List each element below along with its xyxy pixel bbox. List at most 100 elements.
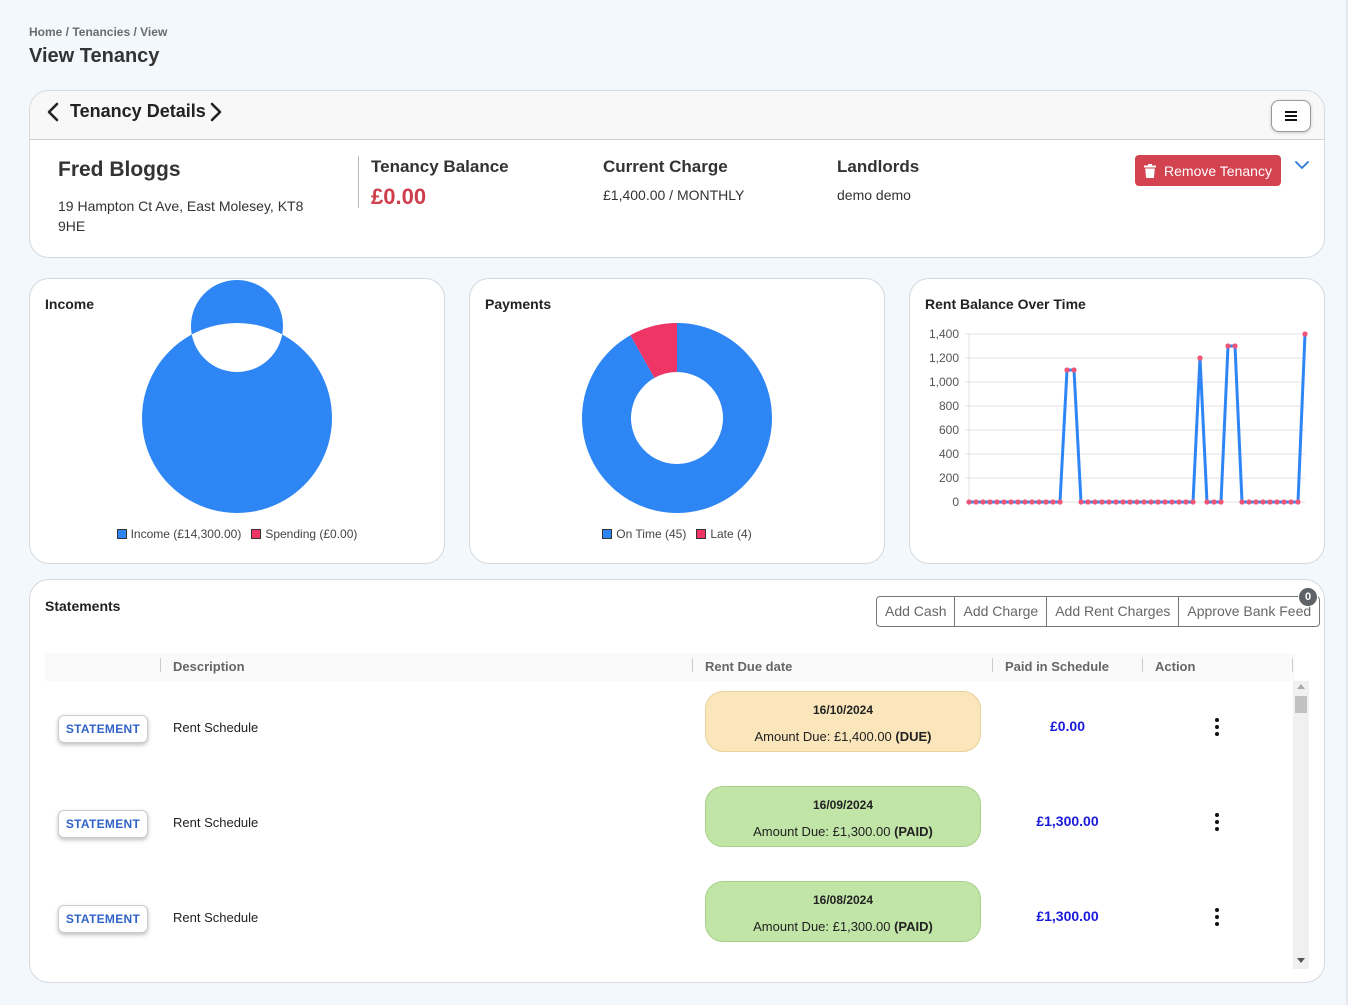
kebab-dot xyxy=(1215,813,1219,817)
data-point[interactable] xyxy=(1274,499,1280,505)
data-point[interactable] xyxy=(1176,499,1182,505)
remove-tenancy-button[interactable]: Remove Tenancy xyxy=(1135,155,1281,186)
legend-item-late[interactable]: Late (4) xyxy=(696,527,752,541)
column-action: Action xyxy=(1155,659,1196,674)
pie-slice-income[interactable] xyxy=(141,280,332,513)
data-point[interactable] xyxy=(1064,367,1070,373)
next-tenancy-button[interactable] xyxy=(207,101,225,123)
statement-button[interactable]: STATEMENT xyxy=(58,810,148,838)
data-point[interactable] xyxy=(1120,499,1126,505)
data-point[interactable] xyxy=(1239,499,1245,505)
data-point[interactable] xyxy=(1099,499,1105,505)
data-point[interactable] xyxy=(1022,499,1028,505)
add-cash-button[interactable]: Add Cash xyxy=(877,597,956,626)
data-point[interactable] xyxy=(1057,499,1063,505)
data-point[interactable] xyxy=(966,499,972,505)
data-point[interactable] xyxy=(1029,499,1035,505)
column-separator xyxy=(1292,658,1293,672)
add-charge-button[interactable]: Add Charge xyxy=(955,597,1048,626)
kebab-dot xyxy=(1215,718,1219,722)
column-description[interactable]: Description xyxy=(173,659,245,674)
legend-swatch xyxy=(116,529,127,539)
data-point[interactable] xyxy=(1281,499,1287,505)
statement-button[interactable]: STATEMENT xyxy=(58,905,148,933)
data-point[interactable] xyxy=(1155,499,1161,505)
rent-balance-line-chart: 0 200 400 600 800 1,000 1,200 1,400 xyxy=(929,327,1308,509)
current-charge-label: Current Charge xyxy=(603,157,728,176)
data-point[interactable] xyxy=(1043,499,1049,505)
data-point[interactable] xyxy=(994,499,1000,505)
data-point[interactable] xyxy=(1190,499,1196,505)
data-point[interactable] xyxy=(1050,499,1056,505)
data-point[interactable] xyxy=(1302,331,1308,337)
data-point[interactable] xyxy=(1134,499,1140,505)
amount-due-text: Amount Due: £1,300.00 xyxy=(753,824,895,839)
statement-button[interactable]: STATEMENT xyxy=(58,715,148,743)
data-point[interactable] xyxy=(1267,499,1273,505)
data-point[interactable] xyxy=(1246,499,1252,505)
row-description: Rent Schedule xyxy=(173,815,259,830)
data-point[interactable] xyxy=(1162,499,1168,505)
expand-details-button[interactable] xyxy=(1294,158,1310,170)
income-donut-chart xyxy=(141,280,332,513)
data-point[interactable] xyxy=(980,499,986,505)
divider xyxy=(358,156,359,208)
legend-item-on-time[interactable]: On Time (45) xyxy=(602,527,686,541)
scroll-thumb[interactable] xyxy=(1295,696,1307,713)
data-point[interactable] xyxy=(1211,499,1217,505)
rent-due-date: 16/10/2024 xyxy=(812,703,874,717)
add-rent-charges-button[interactable]: Add Rent Charges xyxy=(1047,597,1180,626)
y-tick-label: 600 xyxy=(939,423,959,437)
payments-legend: On Time (45) Late (4) xyxy=(470,527,884,541)
data-point[interactable] xyxy=(1015,499,1021,505)
y-tick-label: 1,200 xyxy=(929,351,959,365)
income-legend: Income (£14,300.00) Spending (£0.00) xyxy=(30,527,444,541)
legend-item-spending[interactable]: Spending (£0.00) xyxy=(251,527,357,541)
data-point[interactable] xyxy=(1001,499,1007,505)
legend-item-income[interactable]: Income (£14,300.00) xyxy=(116,527,241,541)
data-point[interactable] xyxy=(1225,343,1231,349)
column-rent-due-date[interactable]: Rent Due date xyxy=(705,659,792,674)
data-point[interactable] xyxy=(1008,499,1014,505)
table-scrollbar[interactable] xyxy=(1293,681,1309,969)
scroll-down-arrow-icon[interactable] xyxy=(1297,958,1305,963)
scroll-up-arrow-icon[interactable] xyxy=(1297,684,1305,689)
data-point[interactable] xyxy=(1113,499,1119,505)
data-point[interactable] xyxy=(1092,499,1098,505)
data-point[interactable] xyxy=(1078,499,1084,505)
data-point[interactable] xyxy=(1288,499,1294,505)
data-point[interactable] xyxy=(1197,355,1203,361)
row-actions-button[interactable] xyxy=(1209,810,1225,834)
data-point[interactable] xyxy=(1253,499,1259,505)
legend-swatch xyxy=(251,529,262,539)
data-point[interactable] xyxy=(1183,499,1189,505)
data-point[interactable] xyxy=(1295,499,1301,505)
data-point[interactable] xyxy=(1218,499,1224,505)
paid-in-schedule: £1,300.00 xyxy=(1036,908,1099,924)
current-charge-value: £1,400.00 / MONTHLY xyxy=(603,187,745,203)
column-paid-in-schedule[interactable]: Paid in Schedule xyxy=(1005,659,1109,674)
menu-button[interactable] xyxy=(1271,100,1311,132)
landlords-label: Landlords xyxy=(837,157,920,176)
remove-tenancy-label: Remove Tenancy xyxy=(1164,162,1272,179)
data-point[interactable] xyxy=(1127,499,1133,505)
row-actions-button[interactable] xyxy=(1209,715,1225,739)
data-point[interactable] xyxy=(1085,499,1091,505)
amount-due-text: Amount Due: £1,300.00 xyxy=(753,919,895,934)
column-separator xyxy=(160,658,161,672)
data-point[interactable] xyxy=(1204,499,1210,505)
data-point[interactable] xyxy=(1232,343,1238,349)
previous-tenancy-button[interactable] xyxy=(44,101,62,123)
data-point[interactable] xyxy=(1169,499,1175,505)
data-point[interactable] xyxy=(1036,499,1042,505)
row-description: Rent Schedule xyxy=(173,910,259,925)
data-point[interactable] xyxy=(1260,499,1266,505)
data-point[interactable] xyxy=(1071,367,1077,373)
data-point[interactable] xyxy=(1106,499,1112,505)
row-actions-button[interactable] xyxy=(1209,905,1225,929)
data-point[interactable] xyxy=(987,499,993,505)
data-point[interactable] xyxy=(1141,499,1147,505)
kebab-dot xyxy=(1215,820,1219,824)
data-point[interactable] xyxy=(973,499,979,505)
data-point[interactable] xyxy=(1148,499,1154,505)
